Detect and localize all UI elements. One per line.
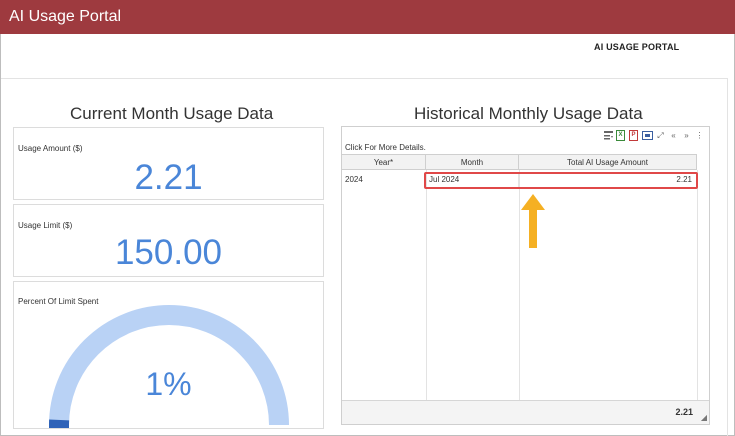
pdf-export-icon[interactable]: P — [629, 130, 640, 142]
current-month-title: Current Month Usage Data — [70, 104, 274, 123]
grid-toolbar: X P ⤢ « » ⋮ — [603, 129, 705, 143]
excel-export-icon[interactable]: X — [616, 130, 627, 142]
fullscreen-icon[interactable]: ⤢ — [655, 130, 666, 142]
row-highlight-box — [424, 172, 698, 189]
pointer-arrow-icon — [521, 194, 545, 248]
footer-total: 2.21 — [675, 407, 693, 417]
percent-gauge — [49, 305, 289, 428]
grid-column-divider — [342, 170, 427, 400]
click-details-text: Click For More Details. — [345, 143, 426, 152]
grid-footer: 2.21 ◢ — [342, 400, 709, 424]
usage-amount-card: Usage Amount ($) 2.21 — [13, 127, 324, 200]
percent-spent-card: Percent Of Limit Spent 1% — [13, 281, 324, 429]
prev-page-icon[interactable]: « — [668, 130, 679, 142]
column-header-year[interactable]: Year* — [342, 154, 426, 170]
historical-title: Historical Monthly Usage Data — [414, 104, 643, 123]
column-chooser-icon[interactable] — [642, 130, 653, 142]
portal-label: AI USAGE PORTAL — [594, 42, 680, 52]
next-page-icon[interactable]: » — [681, 130, 692, 142]
percent-spent-value: 1% — [145, 366, 192, 402]
usage-limit-label: Usage Limit ($) — [18, 221, 73, 230]
app-header: AI Usage Portal — [0, 0, 735, 34]
usage-limit-value: 150.00 — [114, 233, 223, 272]
usage-amount-value: 2.21 — [134, 158, 203, 197]
grid-header-row: Year* Month Total AI Usage Amount — [342, 154, 697, 170]
resize-grip-icon[interactable]: ◢ — [701, 413, 707, 422]
usage-limit-card: Usage Limit ($) 150.00 — [13, 204, 324, 277]
filter-icon[interactable] — [603, 130, 614, 142]
app-title: AI Usage Portal — [9, 8, 122, 25]
more-options-icon[interactable]: ⋮ — [694, 130, 705, 142]
grid-column-divider — [426, 170, 520, 400]
column-header-month[interactable]: Month — [426, 154, 519, 170]
usage-amount-label: Usage Amount ($) — [18, 144, 83, 153]
column-header-amount[interactable]: Total AI Usage Amount — [519, 154, 697, 170]
historical-grid: X P ⤢ « » ⋮ Click For More Details. Year… — [341, 126, 710, 425]
